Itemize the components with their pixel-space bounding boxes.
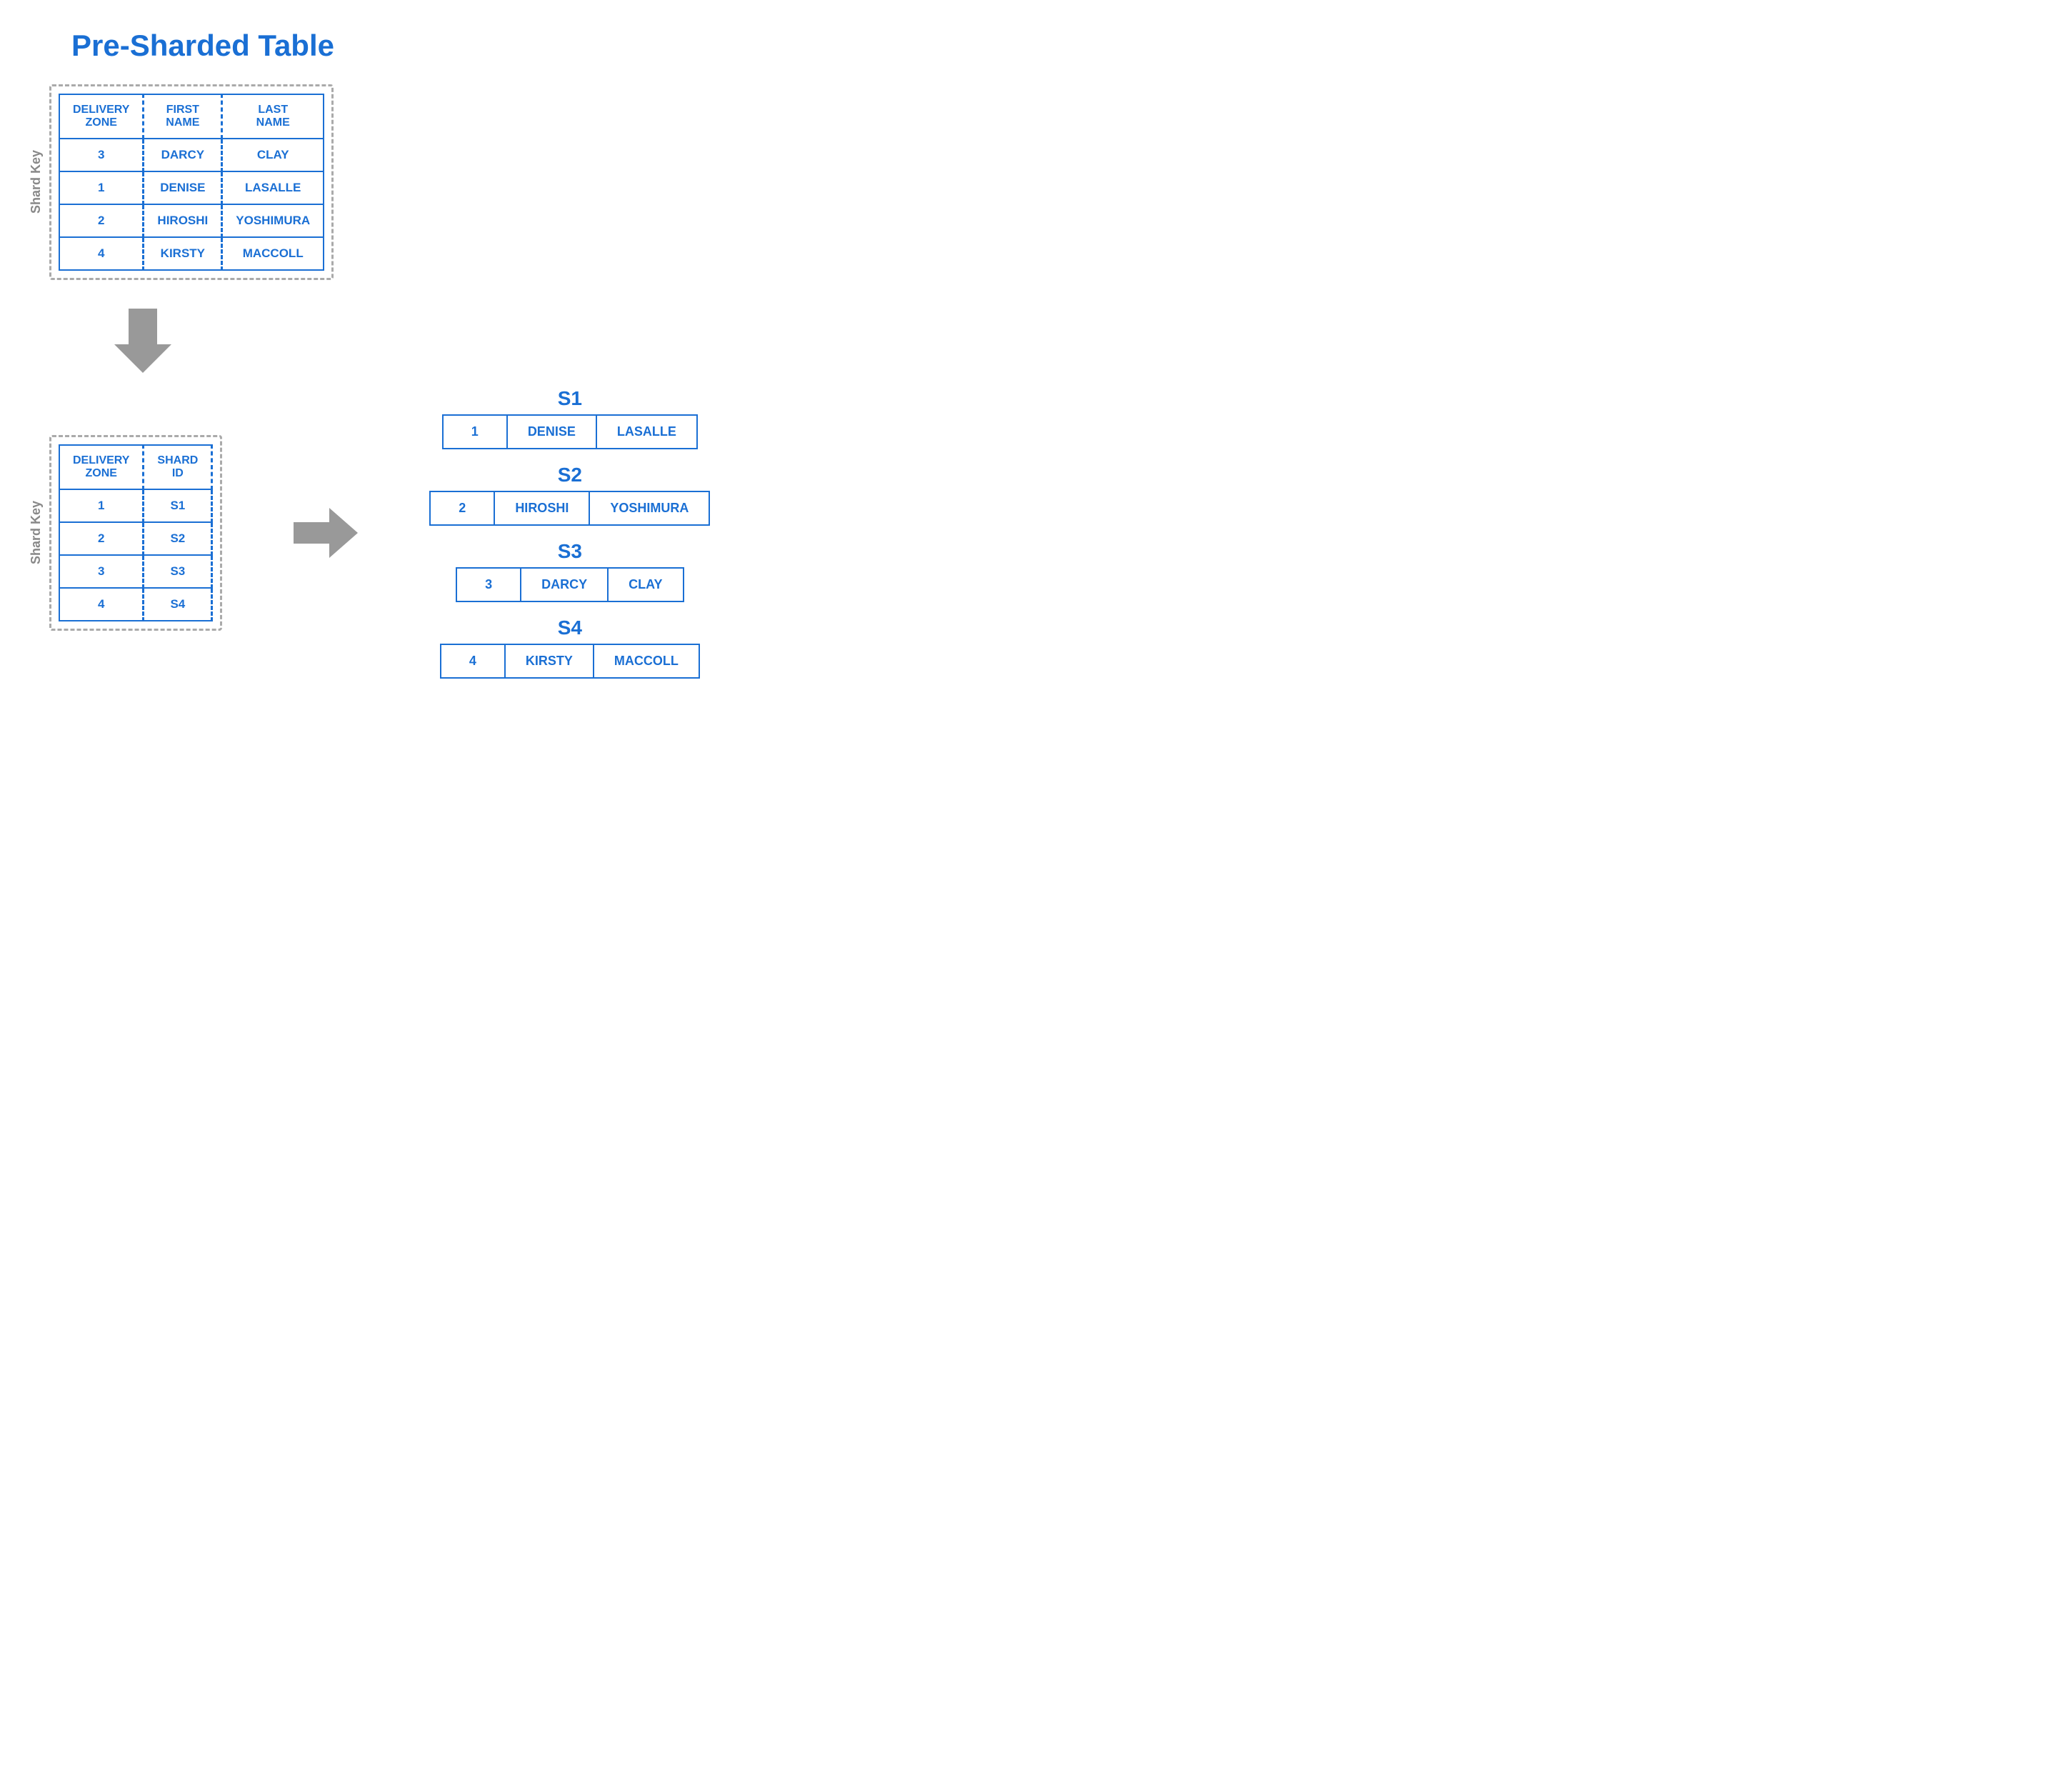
table-cell: 3 bbox=[59, 555, 144, 588]
shard-row: 3DARCYCLAY bbox=[456, 567, 684, 602]
shard-row: 2HIROSHIYOSHIMURA bbox=[429, 491, 710, 526]
shard-row: 4KIRSTYMACCOLL bbox=[440, 644, 700, 679]
table-cell: KIRSTY bbox=[144, 237, 222, 270]
table-row: 4S4 bbox=[59, 588, 212, 621]
bottom-section: Shard Key DELIVERYZONE SHARDID 1S12S23S3… bbox=[29, 387, 800, 679]
table-row: 4KIRSTYMACCOLL bbox=[59, 237, 324, 270]
shard-cell: 3 bbox=[457, 569, 521, 601]
shard-group: S4 4KIRSTYMACCOLL bbox=[429, 616, 710, 679]
left-bottom: Shard Key DELIVERYZONE SHARDID 1S12S23S3… bbox=[29, 435, 222, 631]
table-row: 2HIROSHIYOSHIMURA bbox=[59, 204, 324, 237]
table-cell: 2 bbox=[59, 522, 144, 555]
col-first-name: FIRSTNAME bbox=[144, 94, 222, 139]
table-cell: S4 bbox=[144, 588, 212, 621]
table-cell: 4 bbox=[59, 588, 144, 621]
col-delivery-zone: DELIVERYZONE bbox=[59, 94, 144, 139]
shard-row: 1DENISELASALLE bbox=[442, 414, 698, 449]
table-cell: 1 bbox=[59, 171, 144, 204]
shard-label: S1 bbox=[558, 387, 582, 410]
shard-table-header-row: DELIVERYZONE SHARDID bbox=[59, 445, 212, 489]
table-cell: LASALLE bbox=[222, 171, 324, 204]
shard-label: S2 bbox=[558, 464, 582, 486]
shard-cell: HIROSHI bbox=[495, 492, 590, 524]
table-row: 2S2 bbox=[59, 522, 212, 555]
shard-cell: DENISE bbox=[508, 416, 597, 448]
table-cell: 2 bbox=[59, 204, 144, 237]
shard-group: S2 2HIROSHIYOSHIMURA bbox=[429, 464, 710, 526]
shard-group: S1 1DENISELASALLE bbox=[429, 387, 710, 449]
table-cell: S2 bbox=[144, 522, 212, 555]
table-cell: 1 bbox=[59, 489, 144, 522]
table-cell: S3 bbox=[144, 555, 212, 588]
table-cell: YOSHIMURA bbox=[222, 204, 324, 237]
page-title: Pre-Sharded Table bbox=[71, 29, 800, 63]
table-row: 3S3 bbox=[59, 555, 212, 588]
shard-cell: YOSHIMURA bbox=[590, 492, 709, 524]
shard-label: S3 bbox=[558, 540, 582, 563]
shard-key-label-top: Shard Key bbox=[29, 150, 44, 214]
top-dashed-box: DELIVERYZONE FIRSTNAME LASTNAME 3DARCYCL… bbox=[49, 84, 334, 280]
table-cell: DARCY bbox=[144, 139, 222, 171]
shard-cell: MACCOLL bbox=[594, 645, 699, 677]
shard-cell: CLAY bbox=[609, 569, 682, 601]
table-row: 1S1 bbox=[59, 489, 212, 522]
table-row: 3DARCYCLAY bbox=[59, 139, 324, 171]
pre-sharded-table: DELIVERYZONE FIRSTNAME LASTNAME 3DARCYCL… bbox=[59, 94, 324, 271]
table-row: 1DENISELASALLE bbox=[59, 171, 324, 204]
table-cell: HIROSHI bbox=[144, 204, 222, 237]
top-section: Shard Key DELIVERYZONE FIRSTNAME LASTNAM… bbox=[29, 84, 800, 280]
table-cell: S1 bbox=[144, 489, 212, 522]
arrow-down-container bbox=[114, 309, 800, 373]
shard-cell: 2 bbox=[431, 492, 495, 524]
shard-cell: LASALLE bbox=[597, 416, 696, 448]
table-cell: 3 bbox=[59, 139, 144, 171]
shard-cell: 4 bbox=[441, 645, 506, 677]
shard-mapping-table: DELIVERYZONE SHARDID 1S12S23S34S4 bbox=[59, 444, 213, 621]
col-shard-id: SHARDID bbox=[144, 445, 212, 489]
shard-cell: KIRSTY bbox=[506, 645, 594, 677]
shard-key-label-bottom: Shard Key bbox=[29, 501, 44, 564]
shard-group: S3 3DARCYCLAY bbox=[429, 540, 710, 602]
shard-cell: DARCY bbox=[521, 569, 609, 601]
shard-cell: 1 bbox=[444, 416, 508, 448]
bottom-dashed-box: DELIVERYZONE SHARDID 1S12S23S34S4 bbox=[49, 435, 222, 631]
col-delivery-zone-2: DELIVERYZONE bbox=[59, 445, 144, 489]
shards-container: S1 1DENISELASALLE S2 2HIROSHIYOSHIMURA S3 3DA… bbox=[429, 387, 710, 679]
arrow-down-icon bbox=[114, 309, 171, 373]
col-last-name: LASTNAME bbox=[222, 94, 324, 139]
table-cell: 4 bbox=[59, 237, 144, 270]
shard-label: S4 bbox=[558, 616, 582, 639]
arrow-right-icon bbox=[294, 508, 358, 558]
table-cell: MACCOLL bbox=[222, 237, 324, 270]
table-cell: CLAY bbox=[222, 139, 324, 171]
table-header-row: DELIVERYZONE FIRSTNAME LASTNAME bbox=[59, 94, 324, 139]
table-cell: DENISE bbox=[144, 171, 222, 204]
